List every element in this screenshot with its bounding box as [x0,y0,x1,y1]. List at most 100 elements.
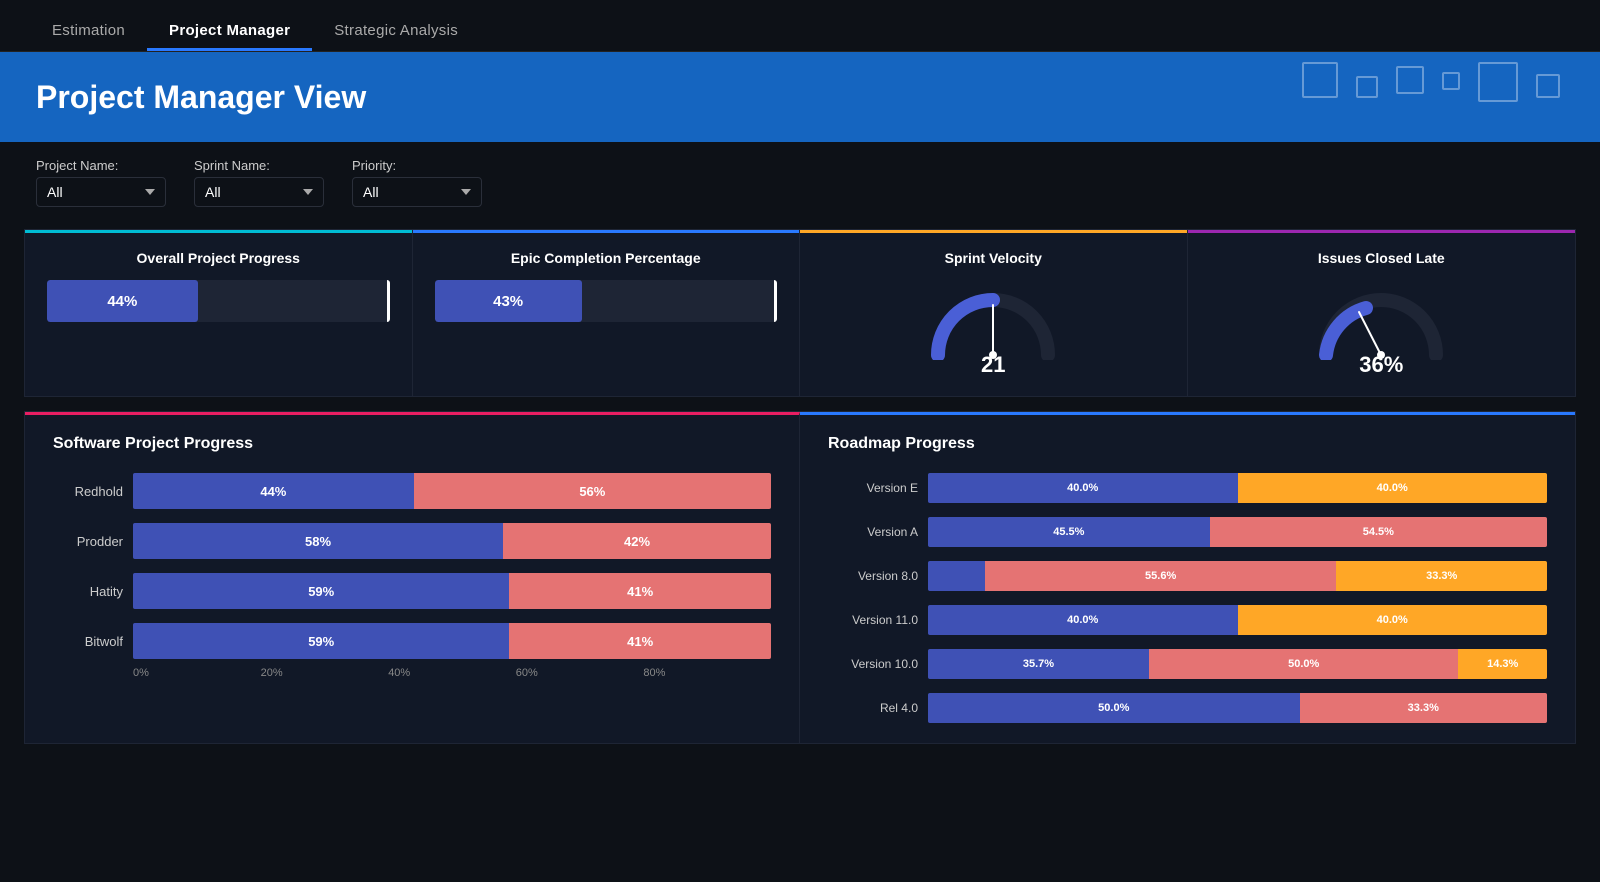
bar-seg-pink: 41% [509,623,771,659]
project-name-filter: Project Name: All [36,158,166,207]
roadmap-bar-label: Version 8.0 [828,569,918,583]
roadmap-seg-orange: 33.3% [1336,561,1547,591]
roadmap-seg-blue: 50.0% [928,693,1300,723]
roadmap-bar-track: 45.5%54.5% [928,517,1547,547]
roadmap-seg-orange: 14.3% [1458,649,1547,679]
filters-section: Project Name: All Sprint Name: All Prior… [0,142,1600,217]
tab-strategic-analysis[interactable]: Strategic Analysis [312,10,480,51]
roadmap-bar-row: Version 10.0 35.7%50.0%14.3% [828,649,1547,679]
bar-label: Prodder [53,534,123,549]
bar-seg-pink: 42% [503,523,771,559]
metrics-row: Overall Project Progress 44% Epic Comple… [24,229,1576,397]
x-axis-label: 80% [643,667,771,679]
bar-track: 58%42% [133,523,771,559]
sprint-name-filter: Sprint Name: All [194,158,324,207]
bar-track: 44%56% [133,473,771,509]
bar-label: Redhold [53,484,123,499]
roadmap-bar-row: Rel 4.0 50.0%33.3% [828,693,1547,723]
issues-value: 36% [1359,352,1403,378]
roadmap-bar-label: Version 10.0 [828,657,918,671]
tab-project-manager[interactable]: Project Manager [147,10,312,51]
bar-track: 59%41% [133,573,771,609]
roadmap-bar-label: Version E [828,481,918,495]
roadmap-bar-track: 50.0%33.3% [928,693,1547,723]
metric-overall-progress: Overall Project Progress 44% [25,230,413,396]
bottom-section: Software Project Progress Redhold 44%56% P… [24,411,1576,744]
project-name-select[interactable]: All [36,177,166,207]
velocity-gauge: 21 [822,280,1165,378]
bar-row: Prodder 58%42% [53,523,771,559]
banner-decoration [1302,62,1560,102]
roadmap-progress-title: Roadmap Progress [828,435,1547,453]
deco-rect-5 [1478,62,1518,102]
deco-rect-6 [1536,74,1560,98]
priority-select[interactable]: All [352,177,482,207]
roadmap-bar-row: Version 11.0 40.0%40.0% [828,605,1547,635]
roadmap-seg-pink: 55.6% [985,561,1337,591]
roadmap-seg-blue: 35.7% [928,649,1149,679]
x-axis-label: 20% [261,667,389,679]
roadmap-bar-label: Version 11.0 [828,613,918,627]
bar-seg-blue: 44% [133,473,414,509]
bar-seg-blue: 59% [133,623,509,659]
roadmap-seg-orange: 40.0% [1238,473,1548,503]
priority-label: Priority: [352,158,482,173]
roadmap-bar-row: Version 8.0 55.6%33.3% [828,561,1547,591]
roadmap-seg-orange: 40.0% [1238,605,1548,635]
bar-seg-blue: 59% [133,573,509,609]
roadmap-seg-blue: 40.0% [928,605,1238,635]
deco-rect-2 [1356,76,1378,98]
deco-rect-4 [1442,72,1460,90]
metric-issues-closed: Issues Closed Late 36% [1188,230,1576,396]
epic-progress-bar: 43% [435,280,778,322]
roadmap-bar-row: Version E 40.0%40.0% [828,473,1547,503]
overall-progress-fill: 44% [47,280,198,322]
bar-label: Bitwolf [53,634,123,649]
roadmap-bar-label: Version A [828,525,918,539]
bar-label: Hatity [53,584,123,599]
tab-estimation[interactable]: Estimation [30,10,147,51]
software-progress-title: Software Project Progress [53,435,771,453]
bar-seg-pink: 56% [414,473,771,509]
bar-seg-pink: 41% [509,573,771,609]
roadmap-bar-track: 40.0%40.0% [928,605,1547,635]
roadmap-bar-label: Rel 4.0 [828,701,918,715]
roadmap-bar-row: Version A 45.5%54.5% [828,517,1547,547]
project-name-label: Project Name: [36,158,166,173]
sprint-name-label: Sprint Name: [194,158,324,173]
software-progress-card: Software Project Progress Redhold 44%56% P… [25,412,800,743]
velocity-gauge-svg [923,280,1063,360]
sprint-name-select[interactable]: All [194,177,324,207]
roadmap-bar-chart: Version E40.0%40.0%Version A45.5%54.5%Ve… [828,473,1547,723]
bar-track: 59%41% [133,623,771,659]
metric-epic-completion: Epic Completion Percentage 43% [413,230,801,396]
software-bar-chart: Redhold 44%56% Prodder 58%42% Hatity 59%41% Bi… [53,473,771,659]
roadmap-bar-track: 35.7%50.0%14.3% [928,649,1547,679]
issues-gauge: 36% [1210,280,1554,378]
metric-issues-title: Issues Closed Late [1210,250,1554,266]
roadmap-progress-card: Roadmap Progress Version E40.0%40.0%Vers… [800,412,1575,743]
epic-progress-value: 43% [493,293,523,310]
x-axis-label: 60% [516,667,644,679]
velocity-value: 21 [981,352,1005,378]
roadmap-bar-track: 55.6%33.3% [928,561,1547,591]
page-title: Project Manager View [36,79,366,116]
tab-bar: Estimation Project Manager Strategic Ana… [0,0,1600,52]
overall-progress-value: 44% [107,293,137,310]
bar-seg-blue: 58% [133,523,503,559]
x-axis-label: 40% [388,667,516,679]
roadmap-bar-track: 40.0%40.0% [928,473,1547,503]
roadmap-seg-blue: 40.0% [928,473,1238,503]
deco-rect-1 [1302,62,1338,98]
overall-progress-bar: 44% [47,280,390,322]
roadmap-seg-pink: 33.3% [1300,693,1547,723]
overall-progress-line [387,280,390,322]
header-banner: Project Manager View [0,52,1600,142]
x-axis: 0%20%40%60%80% [133,667,771,679]
metric-sprint-velocity: Sprint Velocity 21 [800,230,1188,396]
roadmap-seg-blue [928,561,985,591]
roadmap-seg-pink: 50.0% [1149,649,1459,679]
metric-epic-title: Epic Completion Percentage [435,250,778,266]
epic-progress-fill: 43% [435,280,582,322]
issues-gauge-svg [1311,280,1451,360]
